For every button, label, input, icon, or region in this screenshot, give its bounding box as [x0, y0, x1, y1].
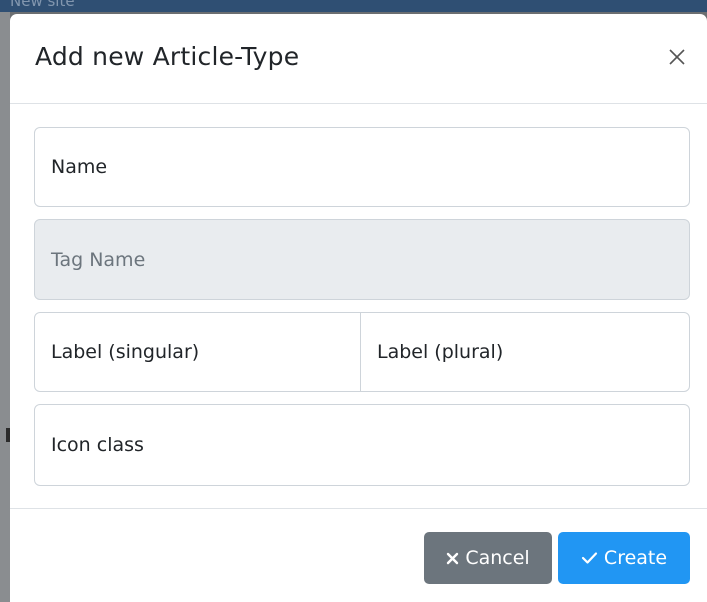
label-plural-input[interactable]: Label (plural) — [361, 313, 689, 391]
close-button[interactable] — [666, 46, 688, 68]
cancel-button[interactable]: Cancel — [424, 532, 552, 584]
modal-title: Add new Article-Type — [35, 42, 300, 71]
label-input-group: Label (singular) Label (plural) — [34, 312, 690, 392]
create-label: Create — [603, 547, 668, 569]
icon-class-placeholder: Icon class — [51, 434, 144, 456]
footer-divider — [10, 508, 707, 509]
background-page-header: New site — [0, 0, 707, 12]
close-icon — [669, 49, 685, 65]
x-icon — [446, 552, 459, 565]
name-input[interactable]: Name — [34, 127, 690, 207]
label-singular-input[interactable]: Label (singular) — [35, 313, 361, 391]
add-article-type-modal: Add new Article-Type Name Tag Name Label… — [10, 14, 707, 602]
name-placeholder: Name — [51, 156, 108, 178]
label-singular-placeholder: Label (singular) — [51, 341, 200, 363]
create-button[interactable]: Create — [558, 532, 690, 584]
label-plural-placeholder: Label (plural) — [377, 341, 504, 363]
check-icon — [581, 551, 598, 565]
icon-class-input[interactable]: Icon class — [34, 404, 690, 486]
background-page-text: New site — [10, 0, 75, 10]
background-page-edge — [0, 12, 10, 602]
tag-name-placeholder: Tag Name — [51, 248, 146, 271]
tag-name-input: Tag Name — [34, 219, 690, 300]
modal-header: Add new Article-Type — [10, 14, 707, 104]
cancel-label: Cancel — [465, 547, 530, 569]
